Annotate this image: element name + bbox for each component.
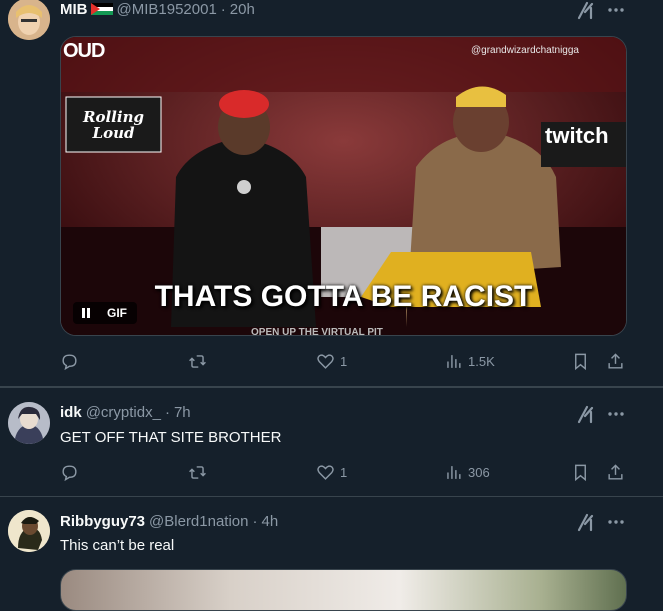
share-button[interactable] xyxy=(606,346,625,376)
image-media[interactable] xyxy=(60,569,627,611)
retweet-button[interactable] xyxy=(188,346,212,376)
gif-media[interactable]: OUD @grandwizardchatnigga Rolling Loud t… xyxy=(60,36,627,336)
bookmark-icon xyxy=(575,464,586,481)
timestamp[interactable]: 4h xyxy=(262,513,279,530)
tweet-1[interactable]: MIB @MIB1952001 · 20h OUD @grandwizardch… xyxy=(0,0,663,388)
avatar[interactable] xyxy=(8,402,50,444)
dot-separator: · xyxy=(220,0,226,18)
grok-icon[interactable] xyxy=(576,0,596,20)
like-button[interactable]: 1 xyxy=(316,346,347,376)
gif-badge[interactable]: GIF xyxy=(73,302,137,324)
views-icon xyxy=(447,354,461,368)
tweet-text: This can’t be real xyxy=(60,537,175,554)
timestamp[interactable]: 20h xyxy=(230,1,255,18)
views-button[interactable]: 1.5K xyxy=(444,346,495,376)
share-icon xyxy=(608,463,623,480)
reply-icon xyxy=(62,464,77,481)
avatar[interactable] xyxy=(8,0,50,40)
retweet-icon xyxy=(189,354,206,368)
banner-bottom-text: OPEN UP THE VIRTUAL PIT xyxy=(251,327,383,336)
like-button[interactable]: 1 xyxy=(316,457,347,487)
reply-icon xyxy=(62,353,77,370)
share-icon xyxy=(608,352,623,369)
tweet-text: GET OFF THAT SITE BROTHER xyxy=(60,429,282,446)
more-options-icon[interactable] xyxy=(606,0,626,20)
bookmark-icon xyxy=(575,353,586,370)
reply-button[interactable] xyxy=(60,457,84,487)
timestamp[interactable]: 7h xyxy=(174,404,191,421)
gif-caption: THATS GOTTA BE RACIST xyxy=(154,280,533,313)
heart-icon xyxy=(317,464,334,480)
author-name[interactable]: idk xyxy=(60,404,82,421)
author-handle[interactable]: @Blerd1nation xyxy=(149,513,248,530)
author-name[interactable]: Ribbyguy73 xyxy=(60,513,145,530)
views-icon xyxy=(447,465,461,479)
avatar[interactable] xyxy=(8,510,50,552)
tweet-actions: 1 306 xyxy=(56,457,632,487)
bookmark-button[interactable] xyxy=(571,457,590,487)
author-name[interactable]: MIB xyxy=(60,1,88,18)
views-button[interactable]: 306 xyxy=(444,457,490,487)
heart-icon xyxy=(317,353,334,369)
reply-button[interactable] xyxy=(60,346,84,376)
author-handle[interactable]: @cryptidx_ xyxy=(86,404,161,421)
palestine-flag-icon xyxy=(90,3,113,15)
gif-label: GIF xyxy=(107,306,127,320)
dot-separator: · xyxy=(252,512,258,530)
tweet-3[interactable]: Ribbyguy73 @Blerd1nation · 4h This can’t… xyxy=(0,497,663,611)
bookmark-button[interactable] xyxy=(571,346,590,376)
pause-icon[interactable] xyxy=(75,302,97,324)
more-options-icon[interactable] xyxy=(606,404,626,424)
retweet-icon xyxy=(189,465,206,479)
share-button[interactable] xyxy=(606,457,625,487)
grok-icon[interactable] xyxy=(576,404,596,424)
grok-icon[interactable] xyxy=(576,512,596,532)
watermark: @grandwizardchatnigga xyxy=(471,45,579,56)
dot-separator: · xyxy=(164,403,170,421)
rolling-loud-sign: Rolling Loud xyxy=(83,108,144,142)
author-handle[interactable]: @MIB1952001 xyxy=(117,1,217,18)
tweet-actions: 1 1.5K xyxy=(56,346,632,376)
tweet-2[interactable]: idk @cryptidx_ · 7h GET OFF THAT SITE BR… xyxy=(0,388,663,497)
more-options-icon[interactable] xyxy=(606,512,626,532)
banner-left-text: OUD xyxy=(63,40,105,62)
twitch-sign: twitch xyxy=(545,123,609,148)
retweet-button[interactable] xyxy=(188,457,212,487)
